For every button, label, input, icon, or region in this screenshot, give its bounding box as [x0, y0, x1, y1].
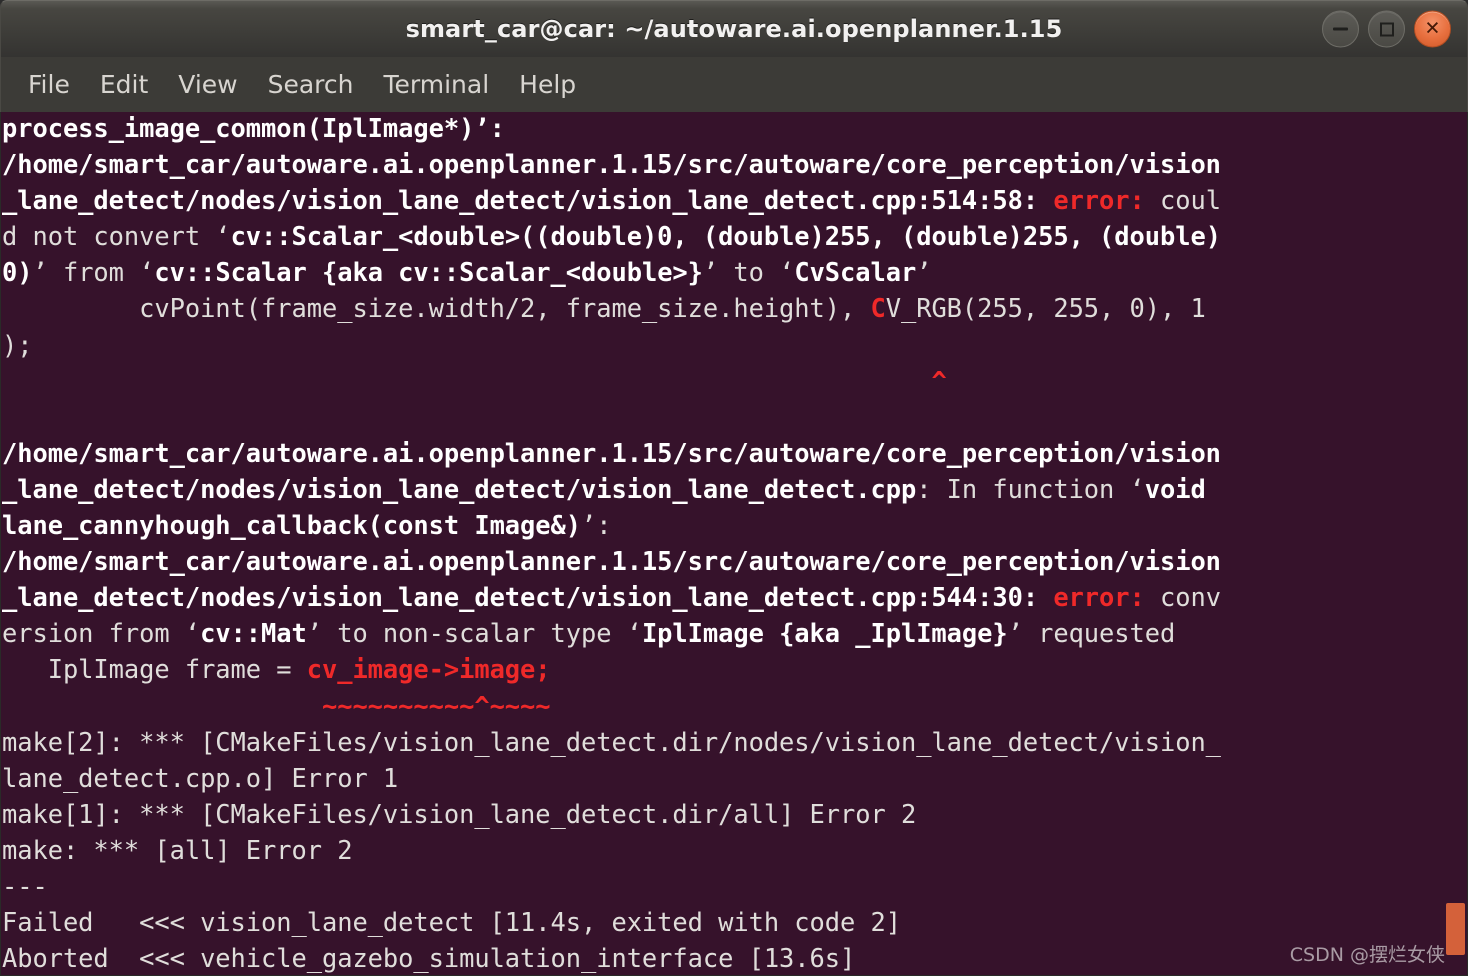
terminal-text: Aborted <<< vehicle_gazebo_simulation_in…: [2, 943, 856, 974]
menu-item-edit[interactable]: Edit: [85, 67, 163, 102]
terminal-body[interactable]: process_image_common(IplImage*)’: /home/s…: [0, 112, 1468, 976]
terminal-text: 0): [2, 257, 33, 288]
terminal-line: process_image_common(IplImage*)’:: [2, 112, 1467, 146]
terminal-line: 0)’ from ‘cv::Scalar {aka cv::Scalar_<do…: [2, 254, 1467, 290]
maximize-button[interactable]: [1368, 10, 1405, 48]
terminal-text: lane_cannyhough_callback(const Image&): [2, 510, 581, 541]
terminal-text: cv::Scalar {aka cv::Scalar_<double>}: [154, 257, 703, 288]
terminal-line: lane_detect.cpp.o] Error 1: [2, 760, 1467, 796]
terminal-line: /home/smart_car/autoware.ai.openplanner.…: [2, 146, 1467, 182]
terminal-text: make: *** [all] Error 2: [2, 834, 353, 865]
close-button[interactable]: ✕: [1414, 10, 1451, 48]
terminal-text: ’ from ‘: [32, 257, 155, 288]
terminal-text: /home/smart_car/autoware.ai.openplanner.…: [2, 149, 1221, 180]
terminal-text: Failed <<< vision_lane_detect [11.4s, ex…: [2, 907, 901, 938]
terminal-line: Failed <<< vision_lane_detect [11.4s, ex…: [2, 904, 1467, 940]
terminal-line: _lane_detect/nodes/vision_lane_detect/vi…: [2, 182, 1467, 218]
terminal-error-text: cv_image->image;: [306, 654, 551, 685]
terminal-line: lane_cannyhough_callback(const Image&)’:: [2, 507, 1467, 543]
terminal-text: ’ requested: [1007, 618, 1176, 649]
terminal-error-text: C: [870, 293, 886, 324]
menu-item-view[interactable]: View: [163, 67, 252, 102]
terminal-text: ’ to ‘: [702, 257, 795, 288]
menu-item-terminal[interactable]: Terminal: [368, 67, 504, 102]
maximize-icon: [1379, 22, 1394, 36]
terminal-text: _lane_detect/nodes/vision_lane_detect/vi…: [2, 185, 1054, 216]
window-titlebar[interactable]: smart_car@car: ~/autoware.ai.openplanner…: [0, 0, 1468, 57]
terminal-output: process_image_common(IplImage*)’: /home/s…: [1, 112, 1467, 975]
terminal-line: ^: [2, 363, 1467, 399]
terminal-line: make[2]: *** [CMakeFiles/vision_lane_det…: [2, 724, 1467, 760]
terminal-text: );: [2, 329, 33, 360]
menu-bar: File Edit View Search Terminal Help: [0, 57, 1468, 112]
terminal-text: V_RGB(255, 255, 0), 1: [885, 293, 1206, 324]
terminal-text: ’ to non-scalar type ‘: [306, 618, 642, 649]
terminal-text: cv::Scalar_<double>((double)0, (double)2…: [230, 221, 1221, 252]
terminal-line: Aborted <<< vehicle_gazebo_simulation_in…: [2, 940, 1467, 975]
terminal-line: cvPoint(frame_size.width/2, frame_size.h…: [2, 290, 1467, 326]
terminal-text: : In function ‘: [916, 473, 1145, 504]
terminal-error-text: error:: [1053, 185, 1160, 216]
menu-item-help[interactable]: Help: [504, 67, 591, 102]
close-icon: ✕: [1424, 17, 1441, 40]
terminal-text: ---: [2, 870, 48, 901]
terminal-line: make[1]: *** [CMakeFiles/vision_lane_det…: [2, 796, 1467, 832]
terminal-text: _lane_detect/nodes/vision_lane_detect/vi…: [2, 582, 1054, 613]
terminal-text: cv::Mat: [200, 618, 307, 649]
terminal-error-text: ~~~~~~~~~~^~~~~: [321, 690, 551, 721]
terminal-line: _lane_detect/nodes/vision_lane_detect/vi…: [2, 579, 1467, 615]
menu-item-search[interactable]: Search: [253, 67, 369, 102]
terminal-text: void: [1144, 473, 1206, 504]
terminal-line: IplImage frame = cv_image->image;: [2, 651, 1467, 687]
terminal-line: make: *** [all] Error 2: [2, 832, 1467, 868]
window-controls: ✕: [1322, 10, 1451, 48]
terminal-text: IplImage frame =: [2, 654, 307, 685]
terminal-text: _lane_detect/nodes/vision_lane_detect/vi…: [2, 473, 917, 504]
terminal-line: ersion from ‘cv::Mat’ to non-scalar type…: [2, 615, 1467, 651]
terminal-line: ~~~~~~~~~~^~~~~: [2, 688, 1467, 724]
terminal-text: make[1]: *** [CMakeFiles/vision_lane_det…: [2, 798, 917, 829]
terminal-text: d not convert ‘: [2, 221, 231, 252]
terminal-text: make[2]: *** [CMakeFiles/vision_lane_det…: [2, 726, 1221, 757]
terminal-text: /home/smart_car/autoware.ai.openplanner.…: [2, 437, 1221, 468]
terminal-line: ---: [2, 868, 1467, 904]
terminal-line: /home/smart_car/autoware.ai.openplanner.…: [2, 543, 1467, 579]
window-title: smart_car@car: ~/autoware.ai.openplanner…: [405, 15, 1063, 43]
terminal-text: ’:: [581, 510, 612, 541]
terminal-line: );: [2, 327, 1467, 363]
terminal-line: _lane_detect/nodes/vision_lane_detect/vi…: [2, 471, 1467, 507]
terminal-window: smart_car@car: ~/autoware.ai.openplanner…: [0, 0, 1468, 976]
terminal-text: cvPoint(frame_size.width/2, frame_size.h…: [2, 293, 871, 324]
terminal-text: conv: [1159, 582, 1221, 613]
terminal-text: ’: [916, 257, 932, 288]
terminal-error-text: error:: [1053, 582, 1160, 613]
minimize-button[interactable]: [1322, 10, 1359, 48]
terminal-text: CvScalar: [794, 257, 917, 288]
terminal-text: /home/smart_car/autoware.ai.openplanner.…: [2, 546, 1221, 577]
minimize-icon: [1333, 27, 1348, 31]
menu-item-file[interactable]: File: [13, 67, 85, 102]
terminal-text: ersion from ‘: [2, 618, 201, 649]
terminal-scrollbar-thumb[interactable]: [1446, 903, 1465, 955]
terminal-text: process_image_common(IplImage*)’:: [2, 113, 505, 143]
terminal-error-text: ^: [931, 365, 947, 396]
terminal-text: lane_detect.cpp.o] Error 1: [2, 762, 399, 793]
terminal-line: /home/smart_car/autoware.ai.openplanner.…: [2, 435, 1467, 471]
terminal-text: coul: [1159, 185, 1221, 216]
terminal-text: IplImage {aka _IplImage}: [641, 618, 1008, 649]
terminal-line: d not convert ‘cv::Scalar_<double>((doub…: [2, 218, 1467, 254]
